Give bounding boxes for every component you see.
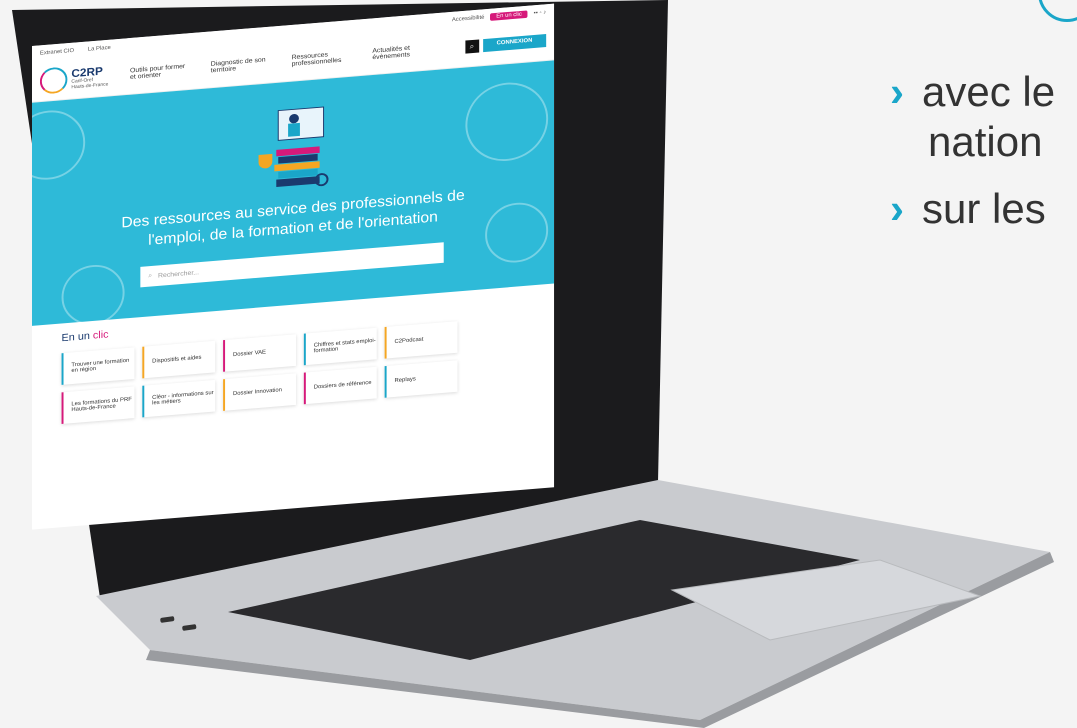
tile-replays[interactable]: Replays [384,360,458,398]
nav-actualites[interactable]: Actualités et évènements [372,43,431,61]
search-icon: ⌕ [148,272,153,280]
tile-cleor[interactable]: Cléor - informations sur les métiers [142,379,216,418]
section-title-b: clic [92,329,109,342]
tile-dossiers-reference[interactable]: Dossiers de référence [303,366,377,405]
accessibility-link[interactable]: Accessibilité [452,15,485,23]
social-icons[interactable]: ▪▪ ◦ ♪ [534,10,547,17]
site-search-field[interactable]: ⌕ Rechercher... [140,242,444,288]
nav-diagnostic[interactable]: Diagnostic de son territoire [211,56,270,74]
tile-dispositifs[interactable]: Dispositifs et aides [142,340,216,379]
laptop-screen: Extranet CIO La Place Accessibilité En u… [32,3,555,530]
nav-outils[interactable]: Outils pour former et orienter [130,63,189,81]
tile-c2podcast[interactable]: C2Podcast [384,321,458,359]
swirl-decoration [32,107,86,183]
search-icon[interactable]: ⌕ [465,39,479,54]
tile-trouver-formation[interactable]: Trouver une formation en région [61,347,135,385]
hero-title: Des ressources au service des profession… [32,179,554,260]
hero-illustration [258,106,329,188]
site-logo[interactable]: C2RP Carif-Oref Hauts-de-France [39,63,108,95]
link-extranet[interactable]: Extranet CIO [40,48,74,56]
swirl-decoration [465,79,549,165]
section-title-a: En un [61,330,90,344]
tile-formations-prf[interactable]: Les formations du PRF Hauts-de-France [61,386,135,424]
nav-ressources[interactable]: Ressources professionnelles [292,50,351,68]
swirl-decoration [61,262,125,328]
tile-chiffres[interactable]: Chiffres et stats emploi-formation [303,327,377,366]
search-placeholder: Rechercher... [158,269,200,279]
tile-dossier-vae[interactable]: Dossier VAE [223,334,296,372]
link-la-place[interactable]: La Place [88,45,111,52]
login-button[interactable]: CONNEXION [482,34,547,53]
hero-banner: Des ressources au service des profession… [32,60,555,328]
tile-dossier-innovation[interactable]: Dossier Innovation [223,373,296,411]
en-un-clic-button[interactable]: En un clic [490,10,528,21]
logo-icon [39,66,68,95]
